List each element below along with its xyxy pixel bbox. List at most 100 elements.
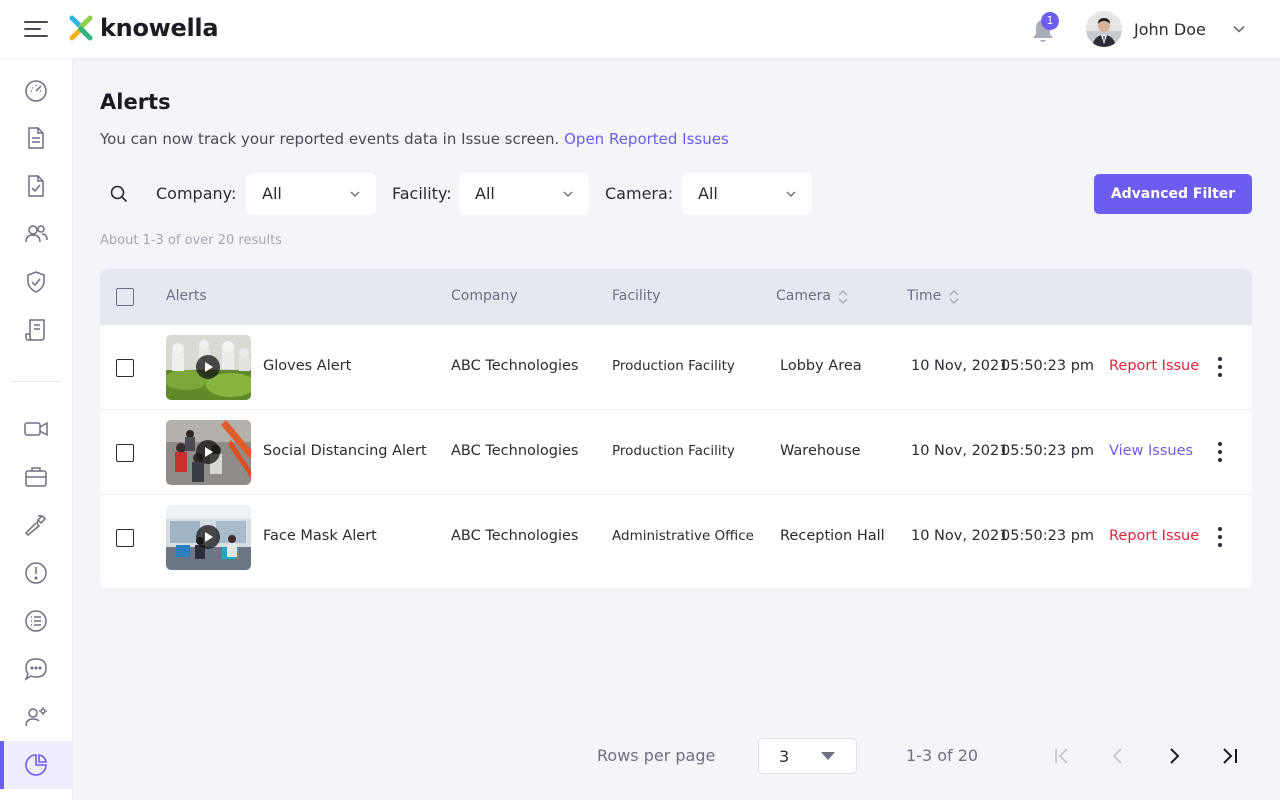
column-header-camera[interactable]: Camera [776, 288, 831, 304]
chevron-down-icon [563, 191, 573, 197]
wrench-icon [24, 515, 46, 537]
column-header-facility: Facility [612, 288, 661, 304]
sidebar-item-messages[interactable] [0, 645, 72, 693]
chevron-down-icon [350, 191, 360, 197]
user-menu[interactable]: John Doe [1086, 11, 1206, 47]
caret-down-icon [821, 752, 835, 760]
page-title: Alerts [100, 90, 171, 114]
alert-video-thumbnail[interactable] [166, 505, 251, 570]
filter-bar: Company: All Facility: All Camera: All A… [100, 173, 1252, 215]
facility-cell: Administrative Office [612, 528, 754, 544]
alert-name: Face Mask Alert [263, 528, 377, 544]
avatar [1086, 11, 1122, 47]
report-issue-link[interactable]: Report Issue [1109, 528, 1199, 544]
chevron-down-icon [786, 191, 796, 197]
search-icon[interactable] [108, 183, 130, 205]
more-options-icon[interactable] [1210, 354, 1230, 380]
previous-page-icon[interactable] [1106, 744, 1130, 768]
sidebar-item-assets[interactable] [0, 453, 72, 501]
table-row[interactable]: Social Distancing Alert ABC Technologies… [100, 410, 1252, 495]
user-settings-icon [25, 707, 47, 727]
more-options-icon[interactable] [1210, 524, 1230, 550]
sidebar-item-checklists[interactable] [0, 162, 72, 210]
alert-video-thumbnail[interactable] [166, 335, 251, 400]
row-checkbox[interactable] [116, 529, 134, 547]
report-issue-link[interactable]: Report Issue [1109, 358, 1199, 374]
dashboard-gauge-icon [25, 80, 47, 102]
sidebar-item-reports[interactable] [0, 306, 72, 354]
first-page-icon[interactable] [1050, 744, 1074, 768]
company-filter-value: All [262, 184, 282, 203]
facility-filter-select[interactable]: All [459, 173, 589, 215]
row-checkbox[interactable] [116, 359, 134, 377]
camera-cell: Reception Hall [780, 528, 885, 544]
facility-cell: Production Facility [612, 358, 735, 374]
facility-filter-label: Facility: [392, 184, 452, 203]
sidebar-divider [12, 381, 60, 382]
next-page-icon[interactable] [1162, 744, 1186, 768]
table-header: Alerts Company Facility Camera Time [100, 269, 1252, 325]
brand-name: knowella [100, 14, 219, 42]
sort-time-icon[interactable] [948, 288, 960, 306]
info-text: You can now track your reported events d… [100, 130, 560, 148]
sidebar-item-cameras[interactable] [0, 405, 72, 453]
camera-filter-select[interactable]: All [682, 173, 812, 215]
video-camera-icon [24, 421, 48, 437]
pagination-range: 1-3 of 20 [906, 746, 979, 765]
document-icon [28, 127, 44, 149]
alert-video-thumbnail[interactable] [166, 420, 251, 485]
open-reported-issues-link[interactable]: Open Reported Issues [564, 130, 729, 148]
play-icon [196, 525, 220, 549]
table-row[interactable]: Gloves Alert ABC Technologies Production… [100, 325, 1252, 410]
top-header: knowella 1 John Doe [0, 0, 1280, 58]
company-filter-select[interactable]: All [246, 173, 376, 215]
hamburger-menu-icon[interactable] [24, 20, 48, 38]
checklist-document-icon [28, 175, 44, 197]
rows-per-page-label: Rows per page [597, 746, 716, 765]
chat-bubble-icon [24, 658, 47, 681]
select-all-checkbox[interactable] [116, 288, 134, 306]
sort-camera-icon[interactable] [837, 288, 849, 306]
view-issues-link[interactable]: View Issues [1109, 443, 1193, 459]
date-cell: 10 Nov, 2021 [911, 443, 1009, 459]
camera-cell: Warehouse [780, 443, 861, 459]
sidebar-item-alerts[interactable] [0, 549, 72, 597]
notification-count-badge: 1 [1041, 12, 1059, 30]
play-icon [196, 355, 220, 379]
time-cell: 05:50:23 pm [1001, 443, 1095, 459]
play-icon [196, 440, 220, 464]
chevron-down-icon[interactable] [1232, 22, 1246, 36]
brand-logo[interactable]: knowella [67, 14, 219, 42]
camera-filter-label: Camera: [605, 184, 674, 203]
sidebar-item-user-settings[interactable] [0, 693, 72, 741]
company-cell: ABC Technologies [451, 528, 579, 544]
sidebar-item-maintenance[interactable] [0, 501, 72, 549]
sidebar [0, 58, 72, 800]
table-row[interactable]: Face Mask Alert ABC Technologies Adminis… [100, 495, 1252, 580]
more-options-icon[interactable] [1210, 439, 1230, 465]
sidebar-item-dashboard[interactable] [0, 66, 72, 114]
time-cell: 05:50:23 pm [1001, 358, 1095, 374]
alerts-table: Alerts Company Facility Camera Time Glov… [100, 269, 1252, 588]
company-cell: ABC Technologies [451, 443, 579, 459]
results-count: About 1-3 of over 20 results [100, 233, 282, 248]
date-cell: 10 Nov, 2021 [911, 528, 1009, 544]
sidebar-item-users[interactable] [0, 210, 72, 258]
company-cell: ABC Technologies [451, 358, 579, 374]
advanced-filter-button[interactable]: Advanced Filter [1094, 174, 1252, 214]
sidebar-item-tasks[interactable] [0, 597, 72, 645]
rows-per-page-select[interactable]: 3 [758, 738, 857, 774]
sidebar-item-safety[interactable] [0, 258, 72, 306]
sidebar-item-analytics[interactable] [0, 741, 72, 789]
sidebar-item-documents[interactable] [0, 114, 72, 162]
alert-circle-icon [25, 562, 47, 584]
knowella-logo-icon [69, 15, 93, 41]
camera-cell: Lobby Area [780, 358, 862, 374]
user-name: John Doe [1134, 19, 1206, 39]
row-checkbox[interactable] [116, 444, 134, 462]
column-header-time[interactable]: Time [907, 288, 941, 304]
info-message: You can now track your reported events d… [100, 130, 729, 148]
last-page-icon[interactable] [1218, 744, 1242, 768]
users-icon [25, 225, 48, 243]
column-header-company: Company [451, 288, 518, 304]
